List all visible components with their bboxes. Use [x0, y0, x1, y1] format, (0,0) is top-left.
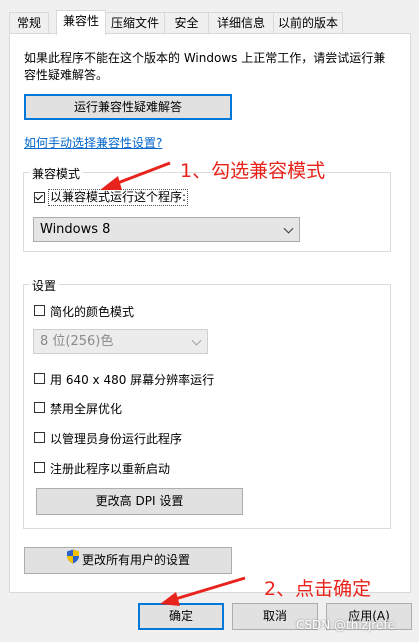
tab-compatibility[interactable]: 兼容性: [56, 10, 106, 35]
arrow-step2-head: [160, 592, 180, 606]
annotation-arrows: [100, 161, 246, 606]
annotation-step2: 2、点击确定: [264, 578, 372, 600]
arrow-step1-head: [100, 176, 122, 190]
arrow-step2: [171, 576, 246, 602]
watermark: CSDN @thizjrefe: [296, 618, 395, 632]
arrow-step1: [114, 161, 171, 186]
annotation-step1: 1、勾选兼容模式: [180, 160, 326, 182]
